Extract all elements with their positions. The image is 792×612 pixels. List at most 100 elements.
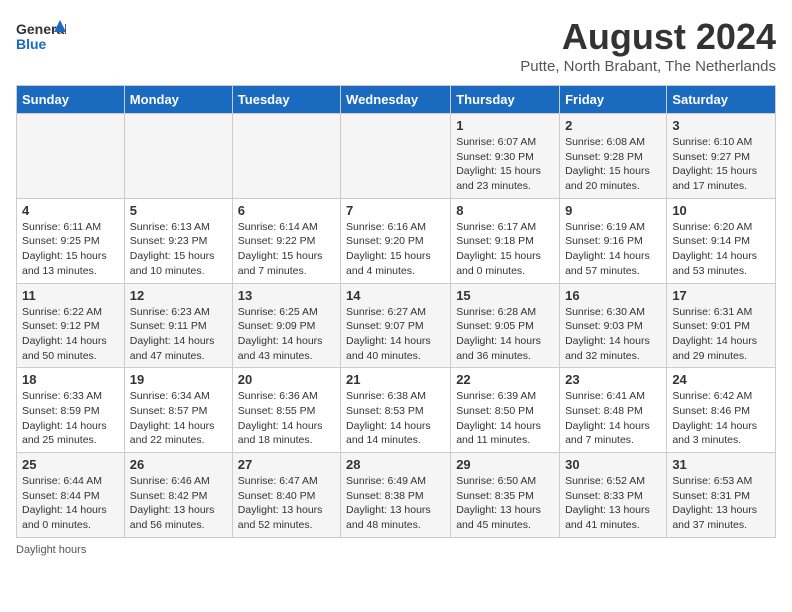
calendar-cell: 5 Sunrise: 6:13 AMSunset: 9:23 PMDayligh… [124, 198, 232, 283]
day-header-sunday: Sunday [17, 86, 125, 114]
day-header-monday: Monday [124, 86, 232, 114]
calendar-cell: 13 Sunrise: 6:25 AMSunset: 9:09 PMDaylig… [232, 283, 340, 368]
cell-info: Sunrise: 6:46 AMSunset: 8:42 PMDaylight:… [130, 475, 215, 531]
cell-info: Sunrise: 6:49 AMSunset: 8:38 PMDaylight:… [346, 475, 431, 531]
cell-info: Sunrise: 6:28 AMSunset: 9:05 PMDaylight:… [456, 306, 541, 362]
cell-info: Sunrise: 6:30 AMSunset: 9:03 PMDaylight:… [565, 306, 650, 362]
cell-day-number: 2 [565, 118, 661, 133]
cell-info: Sunrise: 6:20 AMSunset: 9:14 PMDaylight:… [672, 221, 757, 277]
cell-day-number: 12 [130, 288, 227, 303]
calendar-cell: 28 Sunrise: 6:49 AMSunset: 8:38 PMDaylig… [341, 453, 451, 538]
cell-info: Sunrise: 6:07 AMSunset: 9:30 PMDaylight:… [456, 136, 541, 192]
cell-day-number: 22 [456, 372, 554, 387]
header-row: SundayMondayTuesdayWednesdayThursdayFrid… [17, 86, 776, 114]
cell-day-number: 15 [456, 288, 554, 303]
cell-info: Sunrise: 6:27 AMSunset: 9:07 PMDaylight:… [346, 306, 431, 362]
cell-day-number: 3 [672, 118, 770, 133]
calendar-cell: 4 Sunrise: 6:11 AMSunset: 9:25 PMDayligh… [17, 198, 125, 283]
calendar-cell: 19 Sunrise: 6:34 AMSunset: 8:57 PMDaylig… [124, 368, 232, 453]
calendar-cell: 26 Sunrise: 6:46 AMSunset: 8:42 PMDaylig… [124, 453, 232, 538]
cell-day-number: 27 [238, 457, 335, 472]
cell-info: Sunrise: 6:23 AMSunset: 9:11 PMDaylight:… [130, 306, 215, 362]
cell-day-number: 16 [565, 288, 661, 303]
calendar-cell: 15 Sunrise: 6:28 AMSunset: 9:05 PMDaylig… [451, 283, 560, 368]
day-header-wednesday: Wednesday [341, 86, 451, 114]
cell-info: Sunrise: 6:13 AMSunset: 9:23 PMDaylight:… [130, 221, 215, 277]
day-header-saturday: Saturday [667, 86, 776, 114]
day-header-friday: Friday [560, 86, 667, 114]
calendar-cell: 9 Sunrise: 6:19 AMSunset: 9:16 PMDayligh… [560, 198, 667, 283]
calendar-cell: 27 Sunrise: 6:47 AMSunset: 8:40 PMDaylig… [232, 453, 340, 538]
cell-day-number: 6 [238, 203, 335, 218]
main-title: August 2024 [520, 16, 776, 58]
cell-info: Sunrise: 6:11 AMSunset: 9:25 PMDaylight:… [22, 221, 107, 277]
cell-day-number: 28 [346, 457, 445, 472]
cell-info: Sunrise: 6:52 AMSunset: 8:33 PMDaylight:… [565, 475, 650, 531]
cell-day-number: 23 [565, 372, 661, 387]
cell-day-number: 31 [672, 457, 770, 472]
week-row-3: 11 Sunrise: 6:22 AMSunset: 9:12 PMDaylig… [17, 283, 776, 368]
cell-day-number: 25 [22, 457, 119, 472]
cell-day-number: 13 [238, 288, 335, 303]
calendar-cell: 17 Sunrise: 6:31 AMSunset: 9:01 PMDaylig… [667, 283, 776, 368]
calendar-cell [232, 114, 340, 199]
svg-text:Blue: Blue [16, 36, 47, 52]
cell-day-number: 8 [456, 203, 554, 218]
cell-info: Sunrise: 6:47 AMSunset: 8:40 PMDaylight:… [238, 475, 323, 531]
cell-day-number: 29 [456, 457, 554, 472]
calendar-cell: 8 Sunrise: 6:17 AMSunset: 9:18 PMDayligh… [451, 198, 560, 283]
calendar-cell: 18 Sunrise: 6:33 AMSunset: 8:59 PMDaylig… [17, 368, 125, 453]
week-row-2: 4 Sunrise: 6:11 AMSunset: 9:25 PMDayligh… [17, 198, 776, 283]
calendar-cell: 11 Sunrise: 6:22 AMSunset: 9:12 PMDaylig… [17, 283, 125, 368]
calendar-cell: 30 Sunrise: 6:52 AMSunset: 8:33 PMDaylig… [560, 453, 667, 538]
logo: General Blue [16, 16, 66, 60]
cell-day-number: 11 [22, 288, 119, 303]
cell-day-number: 26 [130, 457, 227, 472]
cell-info: Sunrise: 6:34 AMSunset: 8:57 PMDaylight:… [130, 390, 215, 446]
header-section: General Blue August 2024 Putte, North Br… [16, 16, 776, 75]
calendar-cell [341, 114, 451, 199]
cell-info: Sunrise: 6:22 AMSunset: 9:12 PMDaylight:… [22, 306, 107, 362]
calendar-cell: 16 Sunrise: 6:30 AMSunset: 9:03 PMDaylig… [560, 283, 667, 368]
week-row-4: 18 Sunrise: 6:33 AMSunset: 8:59 PMDaylig… [17, 368, 776, 453]
day-header-thursday: Thursday [451, 86, 560, 114]
cell-info: Sunrise: 6:41 AMSunset: 8:48 PMDaylight:… [565, 390, 650, 446]
cell-info: Sunrise: 6:14 AMSunset: 9:22 PMDaylight:… [238, 221, 323, 277]
cell-day-number: 9 [565, 203, 661, 218]
cell-day-number: 5 [130, 203, 227, 218]
footer-note: Daylight hours [16, 544, 776, 556]
cell-day-number: 30 [565, 457, 661, 472]
calendar-cell [124, 114, 232, 199]
calendar-cell: 2 Sunrise: 6:08 AMSunset: 9:28 PMDayligh… [560, 114, 667, 199]
calendar-cell: 29 Sunrise: 6:50 AMSunset: 8:35 PMDaylig… [451, 453, 560, 538]
calendar-cell: 21 Sunrise: 6:38 AMSunset: 8:53 PMDaylig… [341, 368, 451, 453]
cell-day-number: 10 [672, 203, 770, 218]
calendar-cell: 23 Sunrise: 6:41 AMSunset: 8:48 PMDaylig… [560, 368, 667, 453]
calendar-cell [17, 114, 125, 199]
cell-info: Sunrise: 6:31 AMSunset: 9:01 PMDaylight:… [672, 306, 757, 362]
subtitle: Putte, North Brabant, The Netherlands [520, 58, 776, 75]
cell-day-number: 20 [238, 372, 335, 387]
cell-info: Sunrise: 6:19 AMSunset: 9:16 PMDaylight:… [565, 221, 650, 277]
day-header-tuesday: Tuesday [232, 86, 340, 114]
calendar-cell: 12 Sunrise: 6:23 AMSunset: 9:11 PMDaylig… [124, 283, 232, 368]
week-row-1: 1 Sunrise: 6:07 AMSunset: 9:30 PMDayligh… [17, 114, 776, 199]
cell-info: Sunrise: 6:17 AMSunset: 9:18 PMDaylight:… [456, 221, 541, 277]
cell-day-number: 1 [456, 118, 554, 133]
cell-info: Sunrise: 6:16 AMSunset: 9:20 PMDaylight:… [346, 221, 431, 277]
calendar-cell: 22 Sunrise: 6:39 AMSunset: 8:50 PMDaylig… [451, 368, 560, 453]
calendar-cell: 1 Sunrise: 6:07 AMSunset: 9:30 PMDayligh… [451, 114, 560, 199]
calendar-cell: 31 Sunrise: 6:53 AMSunset: 8:31 PMDaylig… [667, 453, 776, 538]
cell-info: Sunrise: 6:25 AMSunset: 9:09 PMDaylight:… [238, 306, 323, 362]
cell-info: Sunrise: 6:38 AMSunset: 8:53 PMDaylight:… [346, 390, 431, 446]
cell-info: Sunrise: 6:42 AMSunset: 8:46 PMDaylight:… [672, 390, 757, 446]
calendar-table: SundayMondayTuesdayWednesdayThursdayFrid… [16, 85, 776, 538]
cell-info: Sunrise: 6:53 AMSunset: 8:31 PMDaylight:… [672, 475, 757, 531]
cell-day-number: 4 [22, 203, 119, 218]
calendar-cell: 24 Sunrise: 6:42 AMSunset: 8:46 PMDaylig… [667, 368, 776, 453]
week-row-5: 25 Sunrise: 6:44 AMSunset: 8:44 PMDaylig… [17, 453, 776, 538]
calendar-cell: 14 Sunrise: 6:27 AMSunset: 9:07 PMDaylig… [341, 283, 451, 368]
cell-info: Sunrise: 6:50 AMSunset: 8:35 PMDaylight:… [456, 475, 541, 531]
cell-day-number: 24 [672, 372, 770, 387]
cell-info: Sunrise: 6:33 AMSunset: 8:59 PMDaylight:… [22, 390, 107, 446]
